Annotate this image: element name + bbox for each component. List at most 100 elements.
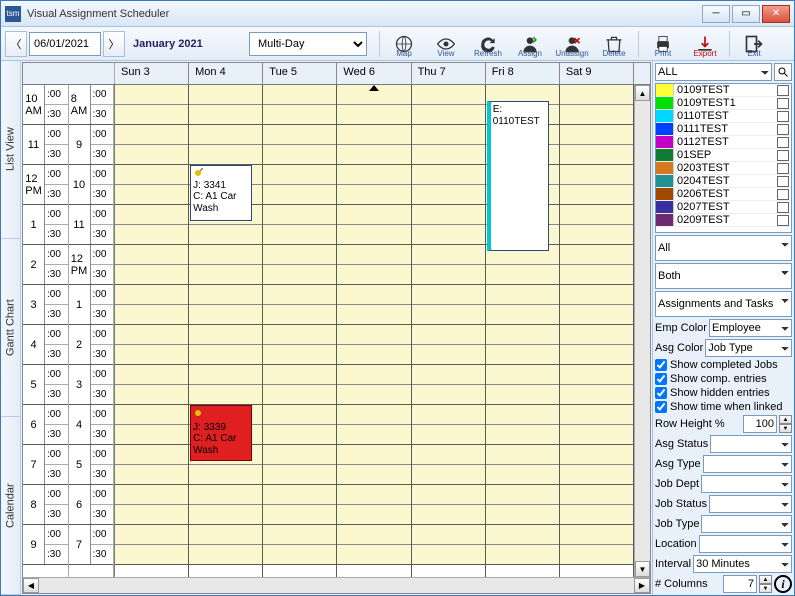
refresh-button[interactable]: Refresh (468, 29, 508, 59)
filter-assignments-select[interactable]: Assignments and Tasks (655, 291, 792, 317)
map-button[interactable]: Map (384, 29, 424, 59)
appointment-card[interactable]: E:0110TEST (487, 101, 549, 251)
employee-row[interactable]: 0109TEST1 (656, 97, 791, 110)
employee-checkbox[interactable] (777, 124, 789, 135)
employee-checkbox[interactable] (777, 111, 789, 122)
asg-status-select[interactable] (710, 435, 792, 453)
employee-checkbox[interactable] (777, 176, 789, 187)
tab-list-view[interactable]: List View (1, 61, 20, 239)
employee-row[interactable]: 0209TEST (656, 214, 791, 227)
employee-checkbox[interactable] (777, 202, 789, 213)
chk-show-comp-entries[interactable]: Show comp. entries (655, 373, 792, 385)
day-header[interactable]: Mon 4 (189, 63, 263, 84)
employee-filter-select[interactable]: ALL (655, 63, 772, 81)
chk-show-hidden[interactable]: Show hidden entries (655, 387, 792, 399)
day-column[interactable] (115, 85, 189, 577)
employee-row[interactable]: 0207TEST (656, 201, 791, 214)
employee-checkbox[interactable] (777, 163, 789, 174)
employee-row[interactable]: 0109TEST (656, 84, 791, 97)
export-button[interactable]: Export (685, 29, 725, 59)
row-height-input[interactable] (743, 415, 777, 433)
filter-both-select[interactable]: Both (655, 263, 792, 289)
emp-color-label: Emp Color (655, 322, 707, 334)
tab-gantt-chart[interactable]: Gantt Chart (1, 239, 20, 417)
employee-checkbox[interactable] (777, 137, 789, 148)
close-button[interactable]: ✕ (762, 5, 790, 23)
employee-row[interactable]: 0206TEST (656, 188, 791, 201)
prev-button[interactable]: 〈 (5, 31, 27, 57)
employee-row[interactable]: 0204TEST (656, 175, 791, 188)
employee-checkbox[interactable] (777, 150, 789, 161)
appointment-card[interactable]: J: 3341C: A1 CarWash (190, 165, 252, 221)
employee-checkbox[interactable] (777, 189, 789, 200)
hour-label: 10AM (23, 85, 45, 124)
employee-checkbox[interactable] (777, 85, 789, 96)
day-column[interactable] (560, 85, 634, 577)
asg-color-select[interactable]: Job Type (705, 339, 792, 357)
employee-list[interactable]: 0109TEST0109TEST10110TEST0111TEST0112TES… (655, 83, 792, 233)
employee-row[interactable]: 0112TEST (656, 136, 791, 149)
minimize-button[interactable]: ─ (702, 5, 730, 23)
employee-row[interactable]: 01SEP (656, 149, 791, 162)
columns-input[interactable] (723, 575, 757, 593)
employee-row[interactable]: 0111TEST (656, 123, 791, 136)
info-icon[interactable]: i (774, 575, 792, 593)
scroll-right-button[interactable]: ▶ (634, 578, 650, 593)
day-columns[interactable]: J: 3341C: A1 CarWash J: 3339C: A1 CarWash… (115, 85, 634, 577)
date-input[interactable] (29, 32, 101, 56)
horizontal-scrollbar[interactable]: ◀ ▶ (23, 577, 650, 593)
job-dept-select[interactable] (701, 475, 792, 493)
hour-label: 11 (69, 205, 91, 244)
filter-all-select[interactable]: All (655, 235, 792, 261)
hour-label: 5 (69, 445, 91, 484)
scroll-down-button[interactable]: ▼ (635, 561, 650, 577)
day-column[interactable]: J: 3341C: A1 CarWash J: 3339C: A1 CarWash (189, 85, 263, 577)
chk-show-time-linked[interactable]: Show time when linked (655, 401, 792, 413)
employee-checkbox[interactable] (777, 215, 789, 226)
assign-button[interactable]: Assign (510, 29, 550, 59)
job-status-select[interactable] (709, 495, 792, 513)
scroll-left-button[interactable]: ◀ (23, 578, 39, 593)
window-title: Visual Assignment Scheduler (27, 8, 702, 20)
delete-button[interactable]: Delete (594, 29, 634, 59)
search-icon[interactable] (774, 63, 792, 81)
asg-type-select[interactable] (703, 455, 792, 473)
emp-color-select[interactable]: Employee (709, 319, 792, 337)
view-mode-select[interactable]: Multi-Day (249, 32, 367, 56)
vertical-scrollbar[interactable]: ▲ ▼ (634, 85, 650, 577)
job-type-select[interactable] (701, 515, 792, 533)
employee-row[interactable]: 0203TEST (656, 162, 791, 175)
appointment-card[interactable]: J: 3339C: A1 CarWash (190, 405, 252, 461)
job-dept-label: Job Dept (655, 478, 699, 490)
day-header[interactable]: Thu 7 (412, 63, 486, 84)
hour-label: 2 (69, 325, 91, 364)
day-header[interactable]: Fri 8 (486, 63, 560, 84)
print-button[interactable]: Print (643, 29, 683, 59)
columns-spinner[interactable]: ▲▼ (759, 575, 772, 593)
day-header[interactable]: Tue 5 (263, 63, 337, 84)
employee-row[interactable]: 0110TEST (656, 110, 791, 123)
day-header[interactable]: Sun 3 (115, 63, 189, 84)
next-button[interactable]: 〉 (103, 31, 125, 57)
row-height-spinner[interactable]: ▲▼ (779, 415, 792, 433)
day-column[interactable] (263, 85, 337, 577)
day-column[interactable]: E:0110TEST (486, 85, 560, 577)
unassign-button[interactable]: Unassign (552, 29, 592, 59)
scroll-up-button[interactable]: ▲ (635, 85, 650, 101)
interval-select[interactable]: 30 Minutes (693, 555, 792, 573)
employee-checkbox[interactable] (777, 98, 789, 109)
exit-button[interactable]: Exit (734, 29, 774, 59)
maximize-button[interactable]: ▭ (732, 5, 760, 23)
location-select[interactable] (699, 535, 792, 553)
app-icon: tsm (5, 6, 21, 22)
day-header[interactable]: Wed 6 (337, 63, 411, 84)
day-column[interactable] (337, 85, 411, 577)
day-header[interactable]: Sat 9 (560, 63, 634, 84)
chk-show-completed[interactable]: Show completed Jobs (655, 359, 792, 371)
tab-calendar[interactable]: Calendar (1, 417, 20, 595)
asg-color-label: Asg Color (655, 342, 703, 354)
hour-label: 8AM (69, 85, 91, 124)
employee-name: 0207TEST (676, 201, 777, 213)
day-column[interactable] (412, 85, 486, 577)
view-button[interactable]: View (426, 29, 466, 59)
